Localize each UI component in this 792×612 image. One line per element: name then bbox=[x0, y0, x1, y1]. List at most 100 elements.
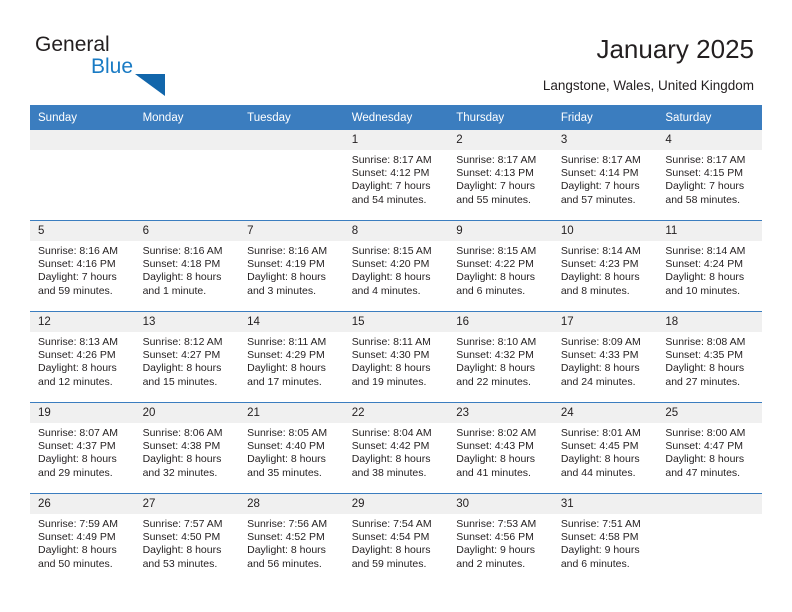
day-number: 9 bbox=[448, 221, 553, 241]
calendar-day-cell[interactable]: 22 Sunrise: 8:04 AM Sunset: 4:42 PM Dayligh… bbox=[343, 402, 449, 494]
calendar-day-cell[interactable]: 19 Sunrise: 8:07 AM Sunset: 4:37 PM Dayligh… bbox=[30, 402, 135, 494]
day-number: 23 bbox=[448, 403, 553, 423]
weekday-header-monday: Monday bbox=[134, 105, 240, 130]
sunset-text: Sunset: 4:19 PM bbox=[247, 258, 325, 271]
day-number: 29 bbox=[343, 494, 449, 514]
day-number: 1 bbox=[343, 130, 449, 150]
calendar-day-cell[interactable]: 5 Sunrise: 8:16 AM Sunset: 4:16 PM Daylight… bbox=[30, 220, 135, 312]
calendar-day-cell[interactable]: 12 Sunrise: 8:13 AM Sunset: 4:26 PM Dayligh… bbox=[30, 311, 135, 403]
sunset-text: Sunset: 4:49 PM bbox=[38, 531, 116, 544]
generalblue-logo[interactable]: General Blue bbox=[35, 33, 165, 96]
calendar-week-row: 1 Sunrise: 8:17 AM Sunset: 4:12 PM Daylight… bbox=[30, 130, 762, 221]
page-title: January 2025 bbox=[596, 34, 754, 64]
day-number: 30 bbox=[448, 494, 553, 514]
day-details: Sunrise: 8:08 AM Sunset: 4:35 PM Daylight:… bbox=[657, 332, 762, 389]
sunrise-text: Sunrise: 8:14 AM bbox=[560, 245, 641, 257]
sunset-text: Sunset: 4:22 PM bbox=[456, 258, 534, 271]
sunrise-text: Sunrise: 8:06 AM bbox=[142, 427, 223, 439]
day-number: 13 bbox=[134, 312, 240, 332]
sunset-text: Sunset: 4:42 PM bbox=[351, 440, 430, 453]
calendar-day-cell[interactable]: 10 Sunrise: 8:14 AM Sunset: 4:23 PM Dayligh… bbox=[552, 220, 658, 312]
calendar-day-cell[interactable]: 17 Sunrise: 8:09 AM Sunset: 4:33 PM Dayligh… bbox=[552, 311, 658, 403]
calendar-week-row: 5 Sunrise: 8:16 AM Sunset: 4:16 PM Daylight… bbox=[30, 220, 762, 312]
daylight-text: Daylight: 7 hours and 54 minutes. bbox=[351, 180, 431, 206]
weekday-header-sunday: Sunday bbox=[30, 105, 135, 130]
calendar-day-cell[interactable]: 30 Sunrise: 7:53 AM Sunset: 4:56 PM Dayligh… bbox=[448, 493, 553, 584]
sunset-text: Sunset: 4:32 PM bbox=[456, 349, 534, 362]
calendar-day-cell[interactable]: 21 Sunrise: 8:05 AM Sunset: 4:40 PM Dayligh… bbox=[239, 402, 344, 494]
daylight-text: Daylight: 9 hours and 6 minutes. bbox=[560, 544, 640, 570]
calendar-day-cell[interactable]: 27 Sunrise: 7:57 AM Sunset: 4:50 PM Dayligh… bbox=[134, 493, 240, 584]
day-number: 8 bbox=[343, 221, 449, 241]
sunset-text: Sunset: 4:47 PM bbox=[665, 440, 744, 453]
calendar-day-cell[interactable]: 2 Sunrise: 8:17 AM Sunset: 4:13 PM Daylight… bbox=[448, 130, 553, 221]
day-number: 7 bbox=[239, 221, 344, 241]
daylight-text: Daylight: 7 hours and 57 minutes. bbox=[560, 180, 640, 206]
day-number: 2 bbox=[448, 130, 553, 150]
sunset-text: Sunset: 4:13 PM bbox=[456, 167, 534, 180]
calendar-day-cell[interactable]: 14 Sunrise: 8:11 AM Sunset: 4:29 PM Dayligh… bbox=[239, 311, 344, 403]
day-details: Sunrise: 8:05 AM Sunset: 4:40 PM Daylight:… bbox=[239, 423, 344, 480]
daylight-text: Daylight: 8 hours and 17 minutes. bbox=[247, 362, 326, 388]
calendar-day-cell[interactable]: 11 Sunrise: 8:14 AM Sunset: 4:24 PM Dayligh… bbox=[657, 220, 762, 312]
calendar-day-cell[interactable]: 4 Sunrise: 8:17 AM Sunset: 4:15 PM Daylight… bbox=[657, 130, 762, 221]
day-details: Sunrise: 7:57 AM Sunset: 4:50 PM Daylight:… bbox=[135, 514, 240, 571]
sunrise-text: Sunrise: 7:59 AM bbox=[38, 518, 118, 530]
calendar-day-cell[interactable]: 3 Sunrise: 8:17 AM Sunset: 4:14 PM Daylight… bbox=[552, 130, 658, 221]
daylight-text: Daylight: 7 hours and 58 minutes. bbox=[665, 180, 745, 206]
calendar-day-cell[interactable]: 25 Sunrise: 8:00 AM Sunset: 4:47 PM Dayligh… bbox=[657, 402, 762, 494]
calendar-day-cell-empty bbox=[30, 130, 135, 221]
sunrise-text: Sunrise: 7:51 AM bbox=[560, 518, 641, 530]
calendar-day-cell[interactable]: 18 Sunrise: 8:08 AM Sunset: 4:35 PM Dayligh… bbox=[657, 311, 762, 403]
daylight-text: Daylight: 8 hours and 41 minutes. bbox=[456, 453, 536, 479]
sunrise-text: Sunrise: 8:08 AM bbox=[665, 336, 746, 348]
day-details: Sunrise: 8:11 AM Sunset: 4:29 PM Daylight:… bbox=[239, 332, 344, 389]
calendar-day-cell[interactable]: 28 Sunrise: 7:56 AM Sunset: 4:52 PM Dayligh… bbox=[239, 493, 344, 584]
logo-text-blue: Blue bbox=[91, 55, 134, 78]
calendar-day-cell[interactable]: 23 Sunrise: 8:02 AM Sunset: 4:43 PM Dayligh… bbox=[448, 402, 553, 494]
day-number: 5 bbox=[30, 221, 135, 241]
calendar-day-cell[interactable]: 13 Sunrise: 8:12 AM Sunset: 4:27 PM Dayligh… bbox=[134, 311, 240, 403]
calendar-body: 1 Sunrise: 8:17 AM Sunset: 4:12 PM Daylight… bbox=[30, 130, 762, 584]
calendar-day-cell[interactable]: 29 Sunrise: 7:54 AM Sunset: 4:54 PM Dayligh… bbox=[343, 493, 449, 584]
calendar-day-cell[interactable]: 1 Sunrise: 8:17 AM Sunset: 4:12 PM Daylight… bbox=[343, 130, 449, 221]
sunrise-text: Sunrise: 8:15 AM bbox=[351, 245, 432, 257]
sunset-text: Sunset: 4:54 PM bbox=[351, 531, 430, 544]
day-number: 19 bbox=[30, 403, 135, 423]
day-number bbox=[30, 130, 135, 150]
sunset-text: Sunset: 4:24 PM bbox=[665, 258, 744, 271]
calendar-day-cell[interactable]: 20 Sunrise: 8:06 AM Sunset: 4:38 PM Dayligh… bbox=[134, 402, 240, 494]
calendar-day-cell[interactable]: 31 Sunrise: 7:51 AM Sunset: 4:58 PM Dayligh… bbox=[552, 493, 658, 584]
sunrise-text: Sunrise: 8:04 AM bbox=[351, 427, 432, 439]
sunrise-text: Sunrise: 8:01 AM bbox=[560, 427, 641, 439]
calendar-day-cell[interactable]: 9 Sunrise: 8:15 AM Sunset: 4:22 PM Daylight… bbox=[448, 220, 553, 312]
sunset-text: Sunset: 4:52 PM bbox=[247, 531, 325, 544]
sunrise-text: Sunrise: 8:11 AM bbox=[247, 336, 327, 348]
day-details: Sunrise: 8:14 AM Sunset: 4:23 PM Daylight:… bbox=[553, 241, 658, 298]
daylight-text: Daylight: 8 hours and 53 minutes. bbox=[142, 544, 222, 570]
day-number: 3 bbox=[552, 130, 658, 150]
daylight-text: Daylight: 8 hours and 59 minutes. bbox=[351, 544, 431, 570]
sunrise-text: Sunrise: 8:13 AM bbox=[38, 336, 118, 348]
daylight-text: Daylight: 8 hours and 38 minutes. bbox=[351, 453, 431, 479]
calendar-day-cell[interactable]: 24 Sunrise: 8:01 AM Sunset: 4:45 PM Dayligh… bbox=[552, 402, 658, 494]
day-number: 20 bbox=[134, 403, 240, 423]
calendar-header-row: Sunday Monday Tuesday Wednesday Thursday… bbox=[30, 105, 762, 130]
sunrise-text: Sunrise: 8:07 AM bbox=[38, 427, 118, 439]
sunset-text: Sunset: 4:50 PM bbox=[142, 531, 221, 544]
daylight-text: Daylight: 8 hours and 50 minutes. bbox=[38, 544, 117, 570]
calendar-day-cell[interactable]: 26 Sunrise: 7:59 AM Sunset: 4:49 PM Dayligh… bbox=[30, 493, 135, 584]
day-details: Sunrise: 8:14 AM Sunset: 4:24 PM Daylight:… bbox=[657, 241, 762, 298]
daylight-text: Daylight: 8 hours and 24 minutes. bbox=[560, 362, 640, 388]
sunset-text: Sunset: 4:30 PM bbox=[351, 349, 430, 362]
calendar-day-cell[interactable]: 16 Sunrise: 8:10 AM Sunset: 4:32 PM Dayligh… bbox=[448, 311, 553, 403]
calendar-day-cell[interactable]: 15 Sunrise: 8:11 AM Sunset: 4:30 PM Dayligh… bbox=[343, 311, 449, 403]
calendar-day-cell[interactable]: 7 Sunrise: 8:16 AM Sunset: 4:19 PM Daylight… bbox=[239, 220, 344, 312]
day-number bbox=[239, 130, 344, 150]
daylight-text: Daylight: 7 hours and 59 minutes. bbox=[38, 271, 117, 297]
calendar-day-cell[interactable]: 6 Sunrise: 8:16 AM Sunset: 4:18 PM Daylight… bbox=[134, 220, 240, 312]
sunrise-text: Sunrise: 8:16 AM bbox=[247, 245, 328, 257]
day-details: Sunrise: 8:09 AM Sunset: 4:33 PM Daylight:… bbox=[553, 332, 658, 389]
day-number: 17 bbox=[552, 312, 658, 332]
calendar-day-cell[interactable]: 8 Sunrise: 8:15 AM Sunset: 4:20 PM Daylight… bbox=[343, 220, 449, 312]
